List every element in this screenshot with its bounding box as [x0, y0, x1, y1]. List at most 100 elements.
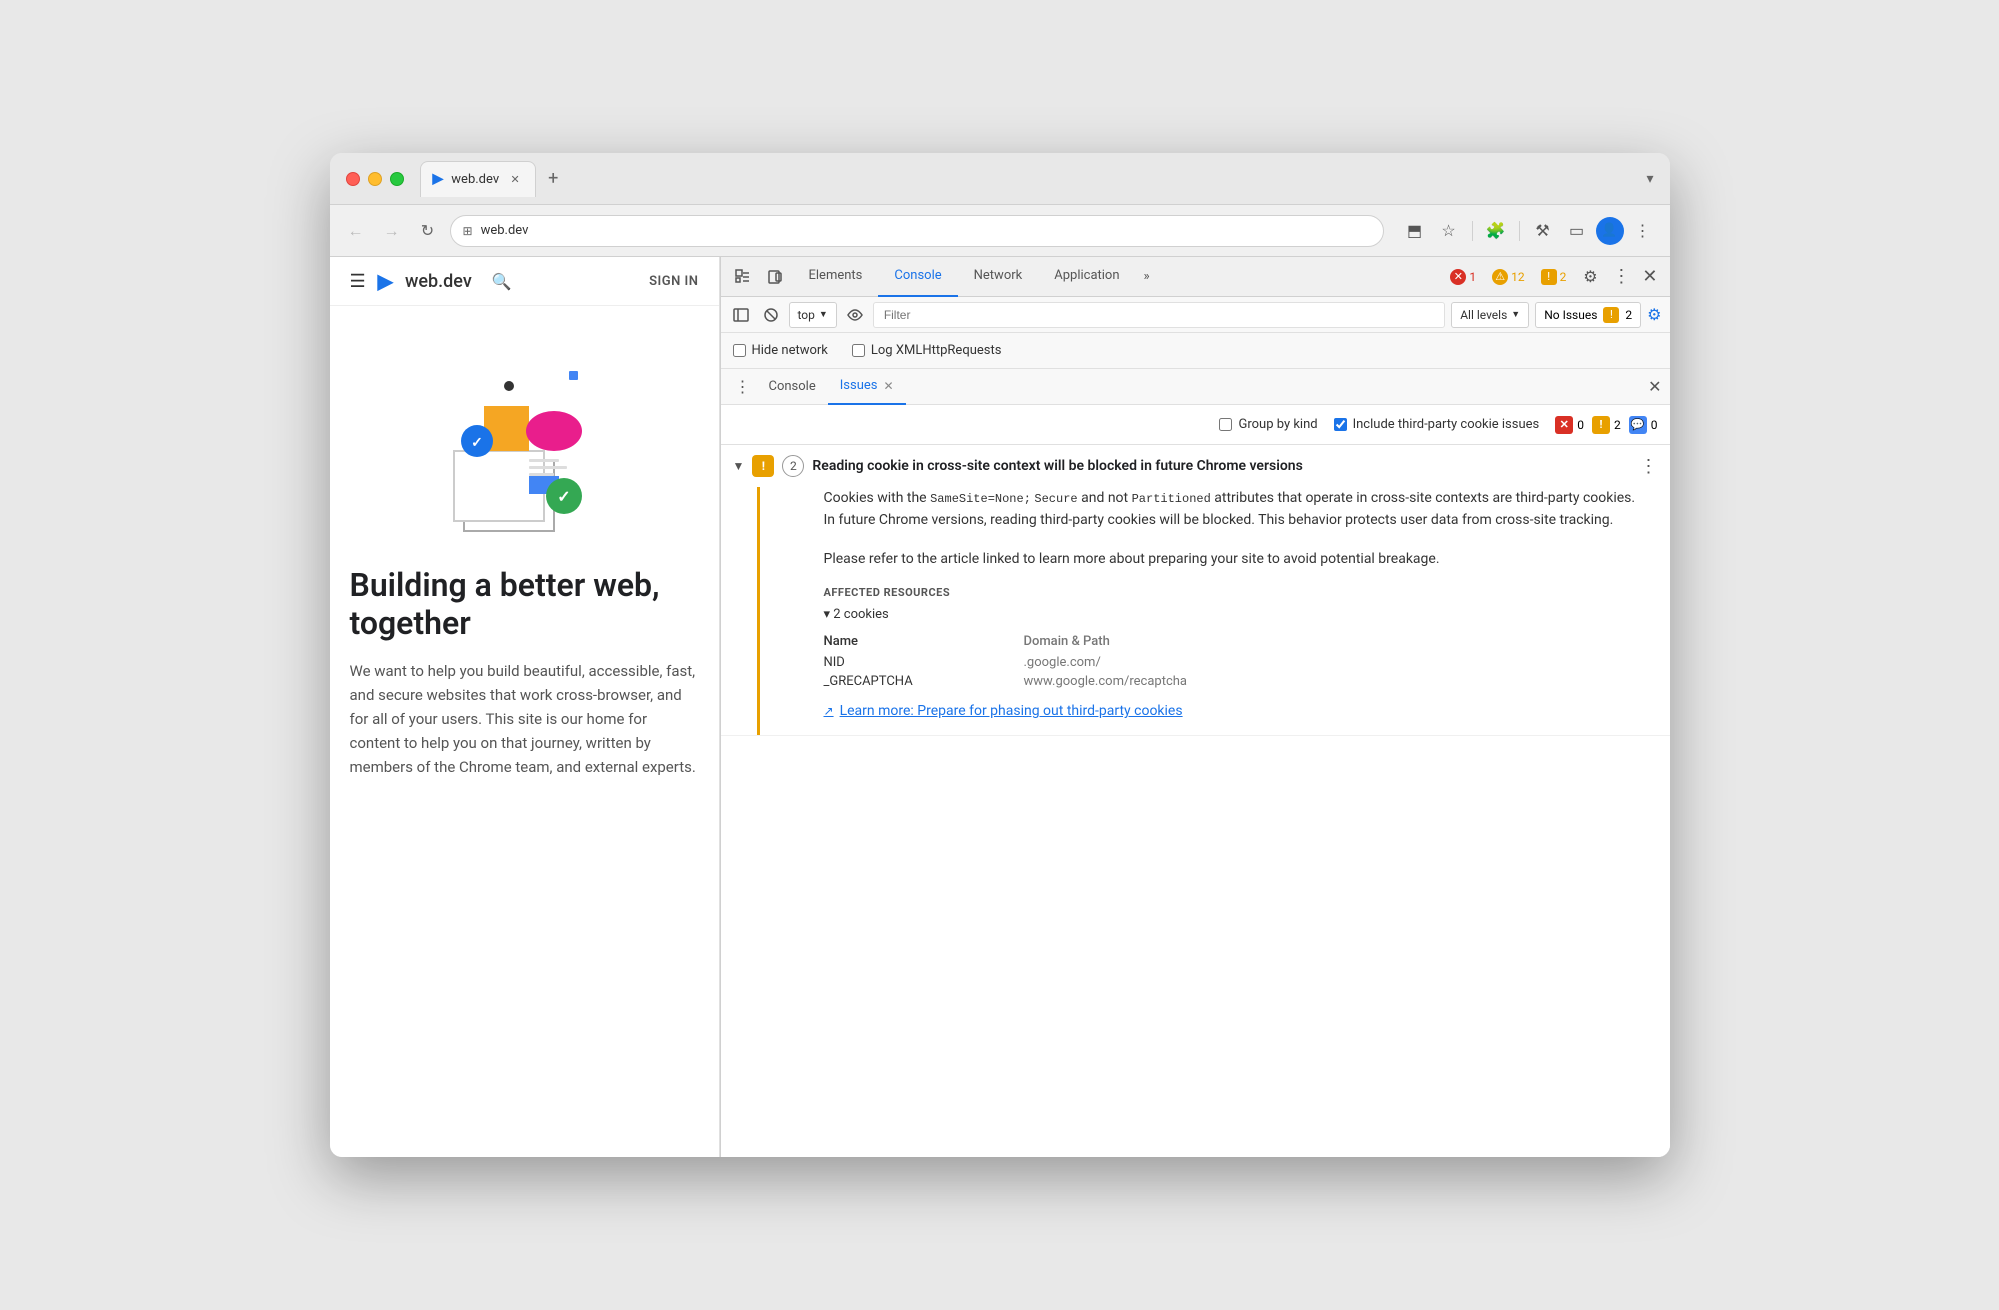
log-xhr-label: Log XMLHttpRequests — [871, 343, 1002, 358]
devtools-settings-button[interactable]: ⚙ — [1576, 263, 1604, 291]
info-count-badge: 💬 0 — [1629, 416, 1658, 434]
issue-title: Reading cookie in cross-site context wil… — [812, 458, 1631, 474]
warn-badge-icon: ! — [1592, 416, 1610, 434]
filter-input[interactable] — [873, 302, 1445, 328]
site-search-button[interactable]: 🔍 — [492, 272, 512, 291]
context-dropdown-icon: ▼ — [819, 309, 828, 320]
include-third-party-checkbox[interactable] — [1334, 418, 1347, 431]
site-name: web.dev — [405, 271, 472, 292]
warn-icon: ⚠ — [1492, 269, 1508, 285]
code-partitioned: Partitioned — [1132, 492, 1211, 506]
issue-header[interactable]: ▼ ! 2 Reading cookie in cross-site conte… — [721, 445, 1670, 487]
col-name-header: Name — [824, 634, 1024, 649]
cookies-header: Name Domain & Path — [824, 630, 1650, 653]
url-bar[interactable]: ⊞ web.dev — [450, 215, 1384, 247]
new-tab-button[interactable]: + — [540, 164, 566, 193]
tab-elements[interactable]: Elements — [793, 257, 879, 297]
sidebar-toggle-button[interactable] — [729, 303, 753, 327]
menu-button[interactable]: ⋮ — [1628, 216, 1658, 246]
include-third-party-label: Include third-party cookie issues — [1353, 417, 1540, 432]
close-button[interactable] — [346, 172, 360, 186]
cast-button[interactable]: ⬒ — [1400, 216, 1430, 246]
maximize-button[interactable] — [390, 172, 404, 186]
active-tab[interactable]: ▶ web.dev ✕ — [420, 161, 537, 197]
error-count: 1 — [1469, 270, 1476, 284]
cookies-toggle[interactable]: ▾ 2 cookies — [824, 607, 1650, 622]
sub-tab-issues-close[interactable]: ✕ — [883, 379, 893, 393]
cookies-table: Name Domain & Path NID .google.com/ _GRE… — [824, 630, 1650, 691]
tab-bar: ▶ web.dev ✕ + — [420, 161, 1639, 197]
learn-more-link[interactable]: ↗ Learn more: Prepare for phasing out th… — [824, 703, 1650, 719]
issues-settings-button[interactable]: ⚙ — [1647, 305, 1661, 324]
clear-console-button[interactable] — [759, 303, 783, 327]
context-selector[interactable]: top ▼ — [789, 302, 837, 328]
devtools-toolbar: Elements Console Network Application » — [721, 257, 1670, 297]
refresh-button[interactable]: ↻ — [414, 217, 442, 245]
tab-dropdown-button[interactable]: ▾ — [1646, 171, 1653, 187]
tab-favicon-icon: ▶ — [433, 171, 444, 187]
log-xhr-option[interactable]: Log XMLHttpRequests — [852, 343, 1002, 358]
info-badge-icon: 💬 — [1629, 416, 1647, 434]
external-link-icon: ↗ — [824, 704, 834, 718]
sub-tab-issues[interactable]: Issues ✕ — [828, 369, 906, 405]
devtools-more-button[interactable]: ⋮ — [1608, 266, 1634, 287]
eye-button[interactable] — [843, 303, 867, 327]
hide-network-checkbox[interactable] — [733, 344, 746, 357]
tab-console[interactable]: Console — [878, 257, 957, 297]
tab-close-button[interactable]: ✕ — [507, 171, 523, 187]
warn-count-val: 2 — [1614, 418, 1621, 432]
back-button[interactable]: ← — [342, 217, 370, 245]
inspect-element-button[interactable] — [729, 263, 757, 291]
cookie-row-1: NID .google.com/ — [824, 653, 1650, 672]
minimize-button[interactable] — [368, 172, 382, 186]
svg-text:✓: ✓ — [471, 435, 483, 451]
bookmark-button[interactable]: ☆ — [1434, 216, 1464, 246]
url-text: web.dev — [481, 223, 529, 238]
hamburger-button[interactable]: ☰ — [350, 271, 366, 292]
devtools-button[interactable]: ⚒ — [1528, 216, 1558, 246]
sub-tabs-close-button[interactable]: ✕ — [1648, 377, 1661, 396]
devtools-panel: Elements Console Network Application » — [720, 257, 1670, 1157]
log-xhr-checkbox[interactable] — [852, 344, 865, 357]
hero-title: Building a better web, together — [350, 566, 699, 643]
include-third-party-option[interactable]: Include third-party cookie issues — [1334, 417, 1540, 432]
info-badge: ! 2 — [1535, 267, 1573, 287]
cookie-1-domain: .google.com/ — [1024, 655, 1650, 670]
profile-button[interactable]: 👤 — [1596, 217, 1624, 245]
sub-tab-console[interactable]: Console — [757, 369, 828, 405]
issue-item: ▼ ! 2 Reading cookie in cross-site conte… — [721, 445, 1670, 736]
extensions-button[interactable]: 🧩 — [1481, 216, 1511, 246]
level-selector[interactable]: All levels ▼ — [1451, 302, 1529, 328]
hide-network-option[interactable]: Hide network — [733, 343, 828, 358]
svg-text:✓: ✓ — [557, 487, 570, 506]
url-security-icon: ⊞ — [463, 224, 473, 238]
cookie-2-name: _GRECAPTCHA — [824, 674, 1024, 689]
affected-resources-title: AFFECTED RESOURCES — [824, 586, 1650, 599]
sub-tab-more-button[interactable]: ⋮ — [729, 373, 757, 401]
warn-count-badge: ! 2 — [1592, 416, 1621, 434]
forward-button[interactable]: → — [378, 217, 406, 245]
group-by-kind-option[interactable]: Group by kind — [1219, 417, 1317, 432]
group-by-kind-checkbox[interactable] — [1219, 418, 1232, 431]
device-emulation-button[interactable] — [761, 263, 789, 291]
col-domain-header: Domain & Path — [1024, 634, 1650, 649]
tab-network[interactable]: Network — [958, 257, 1039, 297]
more-tabs-button[interactable]: » — [1136, 269, 1158, 284]
issue-count-bubble: 2 — [782, 455, 804, 477]
website-content: ☰ ▶ web.dev 🔍 SIGN IN — [330, 257, 720, 1157]
sign-in-button[interactable]: SIGN IN — [649, 274, 698, 289]
devtools-close-button[interactable]: ✕ — [1638, 266, 1661, 287]
sidebar-button[interactable]: ▭ — [1562, 216, 1592, 246]
error-badge-icon: ✕ — [1555, 416, 1573, 434]
hide-network-label: Hide network — [752, 343, 828, 358]
issue-menu-button[interactable]: ⋮ — [1640, 456, 1658, 477]
tab-application[interactable]: Application — [1038, 257, 1135, 297]
affected-resources: AFFECTED RESOURCES ▾ 2 cookies Name Doma… — [824, 586, 1650, 691]
sub-tab-console-label: Console — [769, 379, 816, 394]
site-hero: ✓ ✓ Building a better web, together We w… — [330, 306, 719, 799]
issue-description-2: Please refer to the article linked to le… — [824, 548, 1650, 570]
no-issues-badge[interactable]: No Issues ! 2 — [1535, 302, 1641, 328]
info-count: 2 — [1560, 270, 1567, 284]
level-dropdown-icon: ▼ — [1511, 309, 1520, 320]
learn-more-text: Learn more: Prepare for phasing out thir… — [840, 703, 1183, 719]
